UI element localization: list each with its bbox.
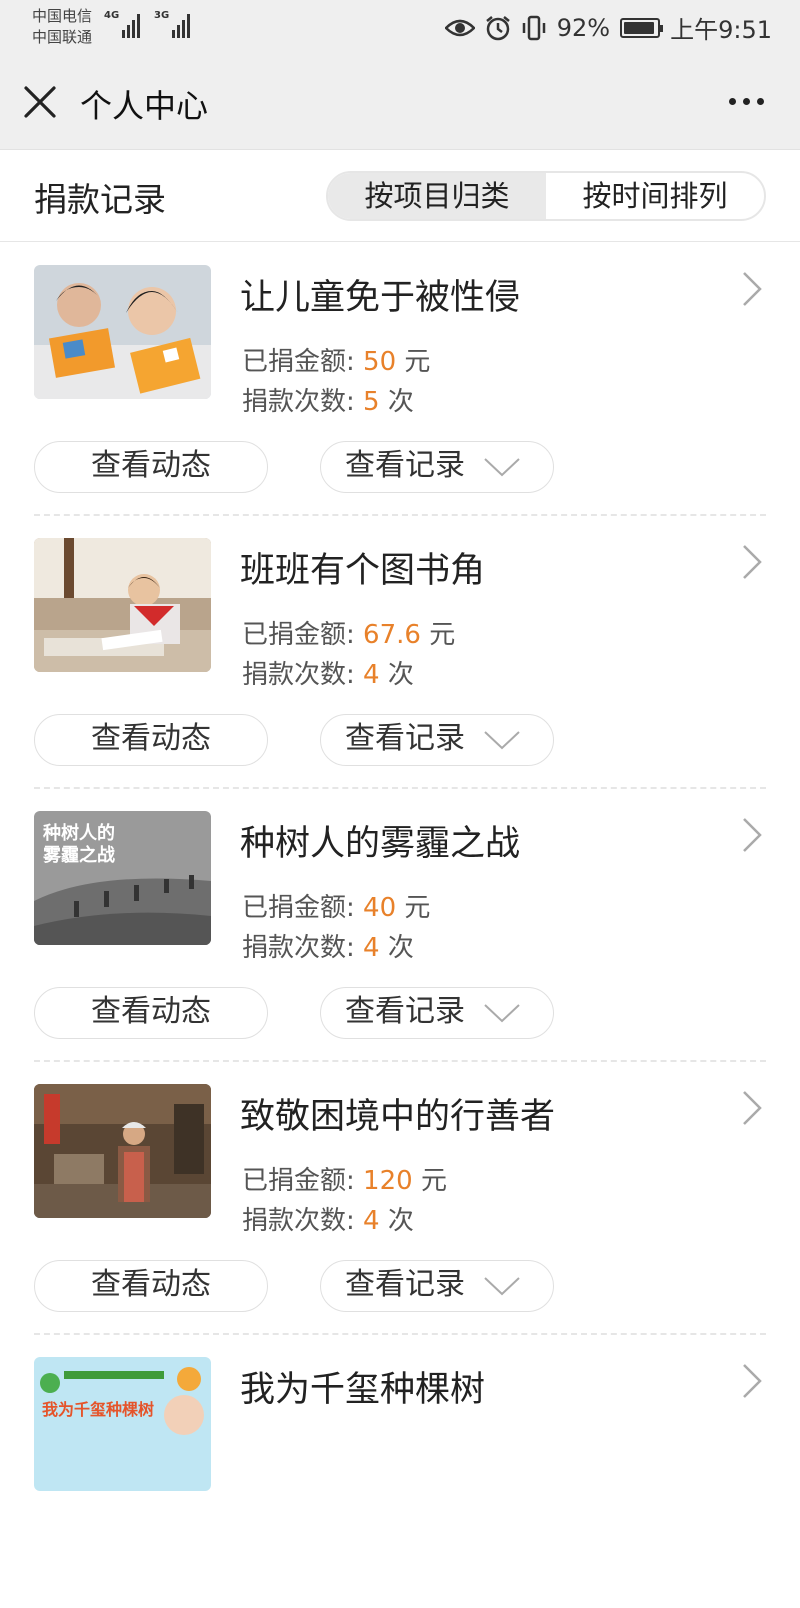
signal-icon-1: 4G [104, 10, 140, 38]
clock: 上午9:51 [670, 16, 772, 44]
project-title: 班班有个图书角 [240, 551, 486, 591]
svg-text:我为千玺种棵树: 我为千玺种棵树 [42, 1400, 154, 1419]
sort-toggle: 按项目归类 按时间排列 [326, 171, 766, 221]
project-thumbnail [34, 1084, 211, 1218]
project-title: 致敬困境中的行善者 [240, 1097, 556, 1137]
chevron-down-icon [484, 458, 520, 477]
project-thumbnail [34, 538, 211, 672]
view-records-button[interactable]: 查看记录 [320, 714, 554, 766]
chevron-down-icon [484, 731, 520, 750]
project-thumbnail [34, 265, 211, 399]
chevron-down-icon [484, 1277, 520, 1296]
donated-amount: 已捐金额: 50 元 [242, 347, 431, 377]
svg-text:种树人的: 种树人的 [42, 822, 115, 844]
battery-percent: 92% [556, 13, 611, 42]
status-bar: 中国电信 中国联通 4G 3G 92% 上午9:51 [0, 0, 800, 56]
donation-count: 捐款次数: 4 次 [242, 1206, 414, 1236]
close-icon[interactable] [22, 84, 58, 120]
project-card[interactable]: 班班有个图书角 已捐金额: 67.6 元 捐款次数: 4 次 查看动态 查看记录 [0, 516, 800, 789]
donation-count: 捐款次数: 5 次 [242, 387, 414, 417]
svg-text:雾霾之战: 雾霾之战 [42, 844, 115, 866]
chevron-right-icon[interactable] [740, 1361, 764, 1401]
project-card[interactable]: 让儿童免于被性侵 已捐金额: 50 元 捐款次数: 5 次 查看动态 查看记录 [0, 243, 800, 516]
carrier-names: 中国电信 中国联通 [32, 6, 92, 48]
donated-amount: 已捐金额: 120 元 [242, 1166, 447, 1196]
eye-icon [444, 19, 475, 36]
title-bar: 个人中心 [0, 56, 800, 150]
donation-count: 捐款次数: 4 次 [242, 933, 414, 963]
carrier-2: 中国联通 [32, 28, 93, 46]
signal-icon-2: 3G [154, 10, 190, 38]
chevron-right-icon[interactable] [740, 815, 764, 855]
more-options-icon[interactable] [729, 98, 764, 105]
project-thumbnail: 我为千玺种棵树 [34, 1357, 211, 1491]
view-records-button[interactable]: 查看记录 [320, 987, 554, 1039]
view-updates-button[interactable]: 查看动态 [34, 714, 268, 766]
section-header: 捐款记录 按项目归类 按时间排列 [0, 150, 800, 242]
project-card[interactable]: 我为千玺种棵树 我为千玺种棵树 [0, 1335, 800, 1608]
vibrate-icon [522, 15, 545, 40]
status-right: 92% 上午9:51 [444, 10, 772, 45]
chevron-right-icon[interactable] [740, 542, 764, 582]
donation-count: 捐款次数: 4 次 [242, 660, 414, 690]
carrier-1: 中国电信 [32, 7, 93, 25]
project-title: 我为千玺种棵树 [240, 1370, 486, 1410]
project-title: 让儿童免于被性侵 [240, 278, 521, 318]
view-updates-button[interactable]: 查看动态 [34, 1260, 268, 1312]
page-title: 个人中心 [80, 87, 209, 125]
section-title: 捐款记录 [34, 180, 166, 219]
donated-amount: 已捐金额: 67.6 元 [242, 620, 456, 650]
chevron-down-icon [484, 1004, 520, 1023]
tab-by-time[interactable]: 按时间排列 [546, 173, 764, 219]
donated-amount: 已捐金额: 40 元 [242, 893, 431, 923]
view-updates-button[interactable]: 查看动态 [34, 441, 268, 493]
view-records-button[interactable]: 查看记录 [320, 441, 554, 493]
tab-by-project[interactable]: 按项目归类 [328, 173, 546, 219]
battery-icon [620, 17, 664, 38]
project-title: 种树人的雾霾之战 [240, 824, 521, 864]
alarm-icon [485, 15, 510, 40]
project-card[interactable]: 种树人的 雾霾之战 种树人的雾霾之战 已捐金额: 40 元 捐款次数: 4 次 … [0, 789, 800, 1062]
chevron-right-icon[interactable] [740, 269, 764, 309]
project-card[interactable]: 致敬困境中的行善者 已捐金额: 120 元 捐款次数: 4 次 查看动态 查看记… [0, 1062, 800, 1335]
view-records-button[interactable]: 查看记录 [320, 1260, 554, 1312]
view-updates-button[interactable]: 查看动态 [34, 987, 268, 1039]
project-thumbnail: 种树人的 雾霾之战 [34, 811, 211, 945]
chevron-right-icon[interactable] [740, 1088, 764, 1128]
